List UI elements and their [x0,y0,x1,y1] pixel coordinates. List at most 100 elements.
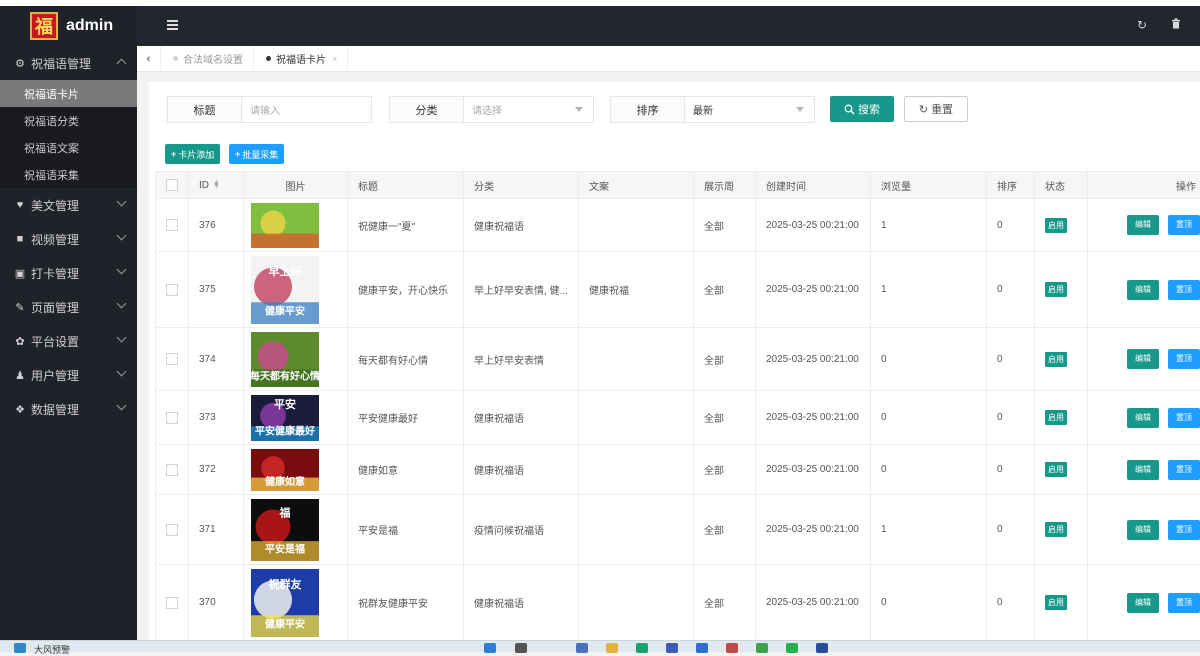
search-button[interactable]: 搜索 [830,96,894,122]
tab-domain-settings[interactable]: 合法域名设置 [161,46,254,72]
checkbox[interactable] [166,464,178,476]
cell-title: 平安健康最好 [348,391,464,445]
checkbox[interactable] [166,597,178,609]
cell-display: 全部 [694,565,756,641]
pin-top-button[interactable]: 置顶 [1168,280,1200,300]
sidebar-group-checkin[interactable]: ▣ 打卡管理 [0,256,137,290]
trash-icon[interactable] [1171,18,1181,32]
card-thumbnail[interactable] [251,203,319,248]
status-badge[interactable]: 启用 [1045,595,1067,610]
card-thumbnail[interactable]: 每天都有好心情 [251,332,319,387]
checkbox[interactable] [166,179,178,191]
card-thumbnail[interactable]: 平安平安健康最好 [251,395,319,441]
cell-id: 374 [189,328,244,391]
os-taskbar: 大风预警 [0,640,1200,652]
chevron-down-icon [117,231,127,241]
title-input[interactable]: 请输入 [242,97,371,122]
sidebar-group-data[interactable]: ❖ 数据管理 [0,392,137,426]
checkbox[interactable] [166,219,178,231]
filter-label: 分类 [390,97,464,122]
tab-blessing-card[interactable]: 祝福语卡片 × [254,46,348,72]
cell-created: 2025-03-25 00:21:00 [756,495,871,565]
card-thumbnail[interactable]: 祝群友健康平安 [251,569,319,637]
status-badge[interactable]: 启用 [1045,282,1067,297]
status-badge[interactable]: 启用 [1045,462,1067,477]
sidebar-group-pages[interactable]: ✎ 页面管理 [0,290,137,324]
edit-button[interactable]: 编辑 [1127,520,1159,540]
refresh-icon[interactable]: ↻ [1137,18,1147,32]
table-row: 374每天都有好心情每天都有好心情早上好早安表情全部2025-03-25 00:… [156,328,1200,391]
sidebar-group-platform[interactable]: ✿ 平台设置 [0,324,137,358]
logo[interactable]: 福 admin [0,6,137,46]
sidebar-item-blessing-collect[interactable]: 祝福语采集 [0,161,137,188]
sidebar-group-label: 祝福语管理 [31,55,91,72]
checkbox[interactable] [166,412,178,424]
cell-id: 370 [189,565,244,641]
category-select[interactable]: 请选择 [464,97,593,122]
chevron-left-icon[interactable]: ‹ [137,46,161,72]
cards-table: ID▲▼ 图片 标题 分类 文案 展示周 创建时间 浏览量 排序 状态 操作 3… [155,171,1200,641]
heart-icon: ♥ [14,199,26,211]
pin-top-button[interactable]: 置顶 [1168,215,1200,235]
tab-label: 祝福语卡片 [276,51,326,66]
edit-button[interactable]: 编辑 [1127,280,1159,300]
card-thumbnail[interactable]: 早上好健康平安 [251,256,319,324]
batch-collect-button[interactable]: + 批量采集 [229,144,284,164]
pin-top-button[interactable]: 置顶 [1168,408,1200,428]
header-display: 展示周 [694,172,756,199]
calendar-icon: ▣ [14,267,26,280]
sidebar-group-users[interactable]: ♟ 用户管理 [0,358,137,392]
card-thumbnail[interactable]: 健康如意 [251,449,319,491]
menu-icon[interactable] [167,20,178,30]
sort-icon[interactable]: ▲▼ [213,181,220,189]
header-id[interactable]: ID▲▼ [189,172,244,199]
sort-select[interactable]: 最新 [685,97,814,122]
main-content: 标题 请输入 分类 请选择 排序 最新 搜索 ↻ 重置 + 卡片添加 + 批量采… [149,82,1200,640]
edit-button[interactable]: 编辑 [1127,349,1159,369]
sidebar-item-blessing-category[interactable]: 祝福语分类 [0,107,137,134]
table-row: 370祝群友健康平安祝群友健康平安健康祝福语全部2025-03-25 00:21… [156,565,1200,641]
status-badge[interactable]: 启用 [1045,522,1067,537]
edit-button[interactable]: 编辑 [1127,460,1159,480]
chevron-down-icon [117,401,127,411]
row-select [156,199,189,252]
cell-sort: 0 [987,252,1035,328]
sidebar-group-label: 打卡管理 [31,265,79,282]
cell-created: 2025-03-25 00:21:00 [756,328,871,391]
thumb-text-bottom: 健康平安 [265,617,305,630]
card-thumbnail[interactable]: 福平安是福 [251,499,319,561]
sidebar-group-videos[interactable]: ■ 视频管理 [0,222,137,256]
add-card-button[interactable]: + 卡片添加 [165,144,220,164]
checkbox[interactable] [166,524,178,536]
header-title: 标题 [348,172,464,199]
close-icon[interactable]: × [332,54,337,64]
thumb-text-bottom: 每天都有好心情 [251,369,319,382]
sidebar-item-blessing-card[interactable]: 祝福语卡片 [0,80,137,107]
edit-button[interactable]: 编辑 [1127,215,1159,235]
sidebar-group-articles[interactable]: ♥ 美文管理 [0,188,137,222]
status-badge[interactable]: 启用 [1045,352,1067,367]
sidebar-item-blessing-copy[interactable]: 祝福语文案 [0,134,137,161]
edit-button[interactable]: 编辑 [1127,408,1159,428]
header-select-all[interactable] [156,172,189,199]
pin-top-button[interactable]: 置顶 [1168,349,1200,369]
cell-image: 健康如意 [244,445,348,495]
reset-button[interactable]: ↻ 重置 [904,96,968,122]
select-placeholder: 请选择 [472,102,502,117]
edit-button[interactable]: 编辑 [1127,593,1159,613]
checkbox[interactable] [166,284,178,296]
cell-display: 全部 [694,495,756,565]
thumb-text-top: 平安 [274,396,296,410]
pin-top-button[interactable]: 置顶 [1168,460,1200,480]
row-select [156,445,189,495]
sidebar-group-blessing[interactable]: ⚙ 祝福语管理 [0,46,137,80]
pin-top-button[interactable]: 置顶 [1168,593,1200,613]
pin-top-button[interactable]: 置顶 [1168,520,1200,540]
cell-created: 2025-03-25 00:21:00 [756,252,871,328]
status-badge[interactable]: 启用 [1045,218,1067,233]
cell-views: 0 [871,445,987,495]
cell-status: 启用 [1035,445,1088,495]
cell-created: 2025-03-25 00:21:00 [756,391,871,445]
status-badge[interactable]: 启用 [1045,410,1067,425]
checkbox[interactable] [166,353,178,365]
